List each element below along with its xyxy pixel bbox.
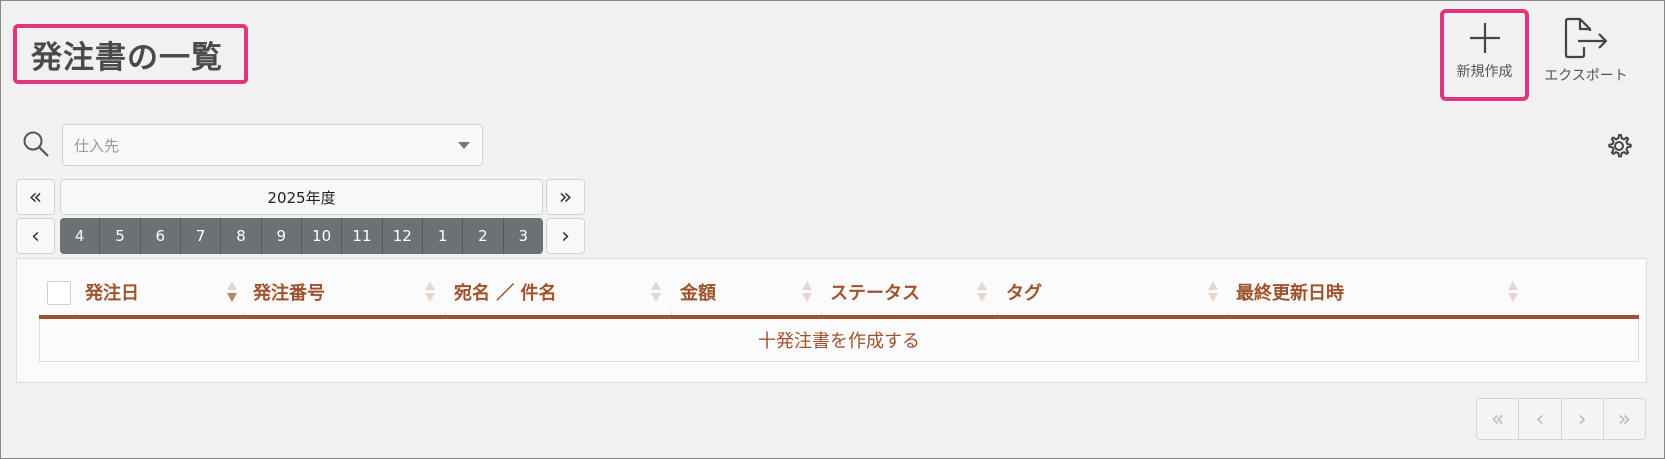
export-icon	[1564, 17, 1608, 59]
sort-icon	[802, 281, 812, 305]
last-page-button[interactable]: »	[1603, 399, 1645, 439]
next-month-button[interactable]: ›	[546, 218, 585, 254]
page-title: 発注書の一覧	[31, 39, 223, 76]
table-header: 発注日 発注番号 宛名 ／ 件名 金額 ステータス タグ 最終更新日時	[39, 269, 1639, 317]
prev-month-button[interactable]: ‹	[16, 218, 55, 254]
month-button[interactable]: 7	[180, 218, 222, 254]
sort-icon	[977, 281, 987, 305]
month-button[interactable]: 5	[100, 218, 141, 254]
sort-icon	[1208, 281, 1218, 305]
sort-icon	[651, 281, 661, 305]
column-header[interactable]: 最終更新日時	[1228, 269, 1528, 315]
sort-icon	[1508, 281, 1518, 305]
export-button[interactable]: エクスポート	[1536, 17, 1636, 97]
sort-icon	[227, 281, 237, 305]
column-header-label: ステータス	[830, 283, 920, 304]
new-button[interactable]: 新規作成	[1440, 9, 1529, 101]
column-header[interactable]: タグ	[998, 269, 1228, 315]
column-header-label: 発注日	[85, 283, 139, 304]
pagination: « ‹ › »	[1476, 398, 1646, 440]
column-header[interactable]: ステータス	[822, 269, 997, 315]
prev-year-button[interactable]: «	[16, 179, 55, 215]
column-header[interactable]: 金額	[672, 269, 822, 315]
column-header[interactable]: 発注番号	[245, 269, 445, 315]
chevron-down-icon	[458, 142, 470, 149]
first-page-button[interactable]: «	[1477, 399, 1520, 439]
month-selector: 4 5 6 7 8 9 10 11 12 1 2 3	[60, 218, 543, 254]
search-icon	[23, 131, 49, 157]
export-button-label: エクスポート	[1544, 68, 1628, 84]
column-header-label: 宛名 ／ 件名	[454, 283, 557, 304]
fiscal-year-label: 2025年度	[60, 179, 543, 215]
column-header-label: 発注番号	[253, 283, 325, 304]
gear-icon[interactable]	[1606, 133, 1632, 159]
sort-icon	[425, 281, 435, 305]
month-button[interactable]: 12	[382, 218, 423, 254]
create-purchase-order-link[interactable]: 十発注書を作成する	[39, 319, 1639, 362]
month-button[interactable]: 8	[221, 218, 262, 254]
column-header-label: 金額	[680, 283, 716, 304]
column-header[interactable]: 発注日	[77, 269, 247, 315]
column-header-label: タグ	[1006, 283, 1042, 304]
next-page-button[interactable]: ›	[1561, 399, 1604, 439]
month-button[interactable]: 1	[422, 218, 464, 254]
month-button[interactable]: 3	[503, 218, 543, 254]
supplier-placeholder: 仕入先	[74, 136, 120, 155]
plus-icon	[1469, 23, 1500, 53]
new-button-label: 新規作成	[1456, 64, 1513, 80]
next-year-button[interactable]: »	[546, 179, 585, 215]
select-all-checkbox[interactable]	[47, 281, 71, 305]
month-button[interactable]: 9	[261, 218, 302, 254]
month-button[interactable]: 10	[301, 218, 343, 254]
month-button[interactable]: 2	[463, 218, 504, 254]
page-title-box: 発注書の一覧	[13, 24, 248, 84]
month-button[interactable]: 6	[140, 218, 181, 254]
supplier-select[interactable]: 仕入先	[62, 124, 483, 166]
prev-page-button[interactable]: ‹	[1519, 399, 1562, 439]
month-button[interactable]: 11	[342, 218, 383, 254]
purchase-order-table: 発注日 発注番号 宛名 ／ 件名 金額 ステータス タグ 最終更新日時 十発注書を作成する	[16, 258, 1647, 383]
month-button[interactable]: 4	[60, 218, 101, 254]
column-header[interactable]: 宛名 ／ 件名	[446, 269, 671, 315]
column-header-label: 最終更新日時	[1236, 283, 1344, 304]
